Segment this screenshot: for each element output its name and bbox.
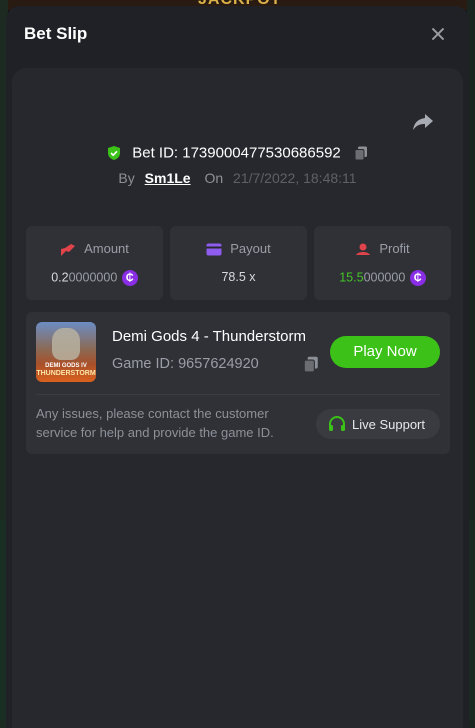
game-name[interactable]: Demi Gods 4 - Thunderstorm	[112, 328, 306, 345]
game-card-divider	[36, 394, 440, 395]
bet-date: 21/7/2022, 18:48:11	[233, 170, 357, 186]
play-now-button[interactable]: Play Now	[330, 336, 440, 368]
shield-check-icon	[108, 146, 121, 161]
payout-label: Payout	[230, 241, 271, 256]
copy-icon[interactable]	[353, 145, 369, 161]
amount-icon	[61, 243, 76, 256]
payout-value-text: 78.5 x	[221, 270, 256, 284]
profit-value-main: 15.5	[339, 270, 364, 285]
on-label: On	[204, 170, 224, 186]
close-icon[interactable]	[427, 24, 449, 46]
thumbnail-title-line1: DEMI GODS IV	[45, 363, 87, 369]
live-support-label: Live Support	[352, 417, 425, 432]
payout-card: Payout 78.5 x	[170, 226, 307, 300]
amount-value-decimals: 0000000	[68, 270, 118, 285]
coin-icon: ₵	[121, 270, 138, 286]
bet-id: Bet ID: 1739000477530686592	[132, 144, 341, 162]
profit-label-row: Profit	[314, 241, 451, 257]
bet-stats: Amount 0.20000000 ₵ Payout 78.5 x Profit…	[26, 226, 451, 300]
profit-icon	[356, 243, 371, 255]
headset-icon	[329, 416, 345, 431]
share-icon[interactable]	[411, 110, 435, 134]
profit-value-decimals: 000000	[363, 270, 406, 285]
profit-card: Profit 15.5000000 ₵	[314, 226, 451, 300]
username-link[interactable]: Sm1Le	[145, 170, 191, 186]
bet-meta-row: By Sm1Le On 21/7/2022, 18:48:11	[12, 170, 463, 186]
payout-icon	[206, 243, 222, 256]
modal-header: Bet Slip	[6, 6, 469, 64]
copy-icon[interactable]	[302, 355, 320, 373]
modal-body: Bet ID: 1739000477530686592 By Sm1Le On …	[12, 68, 463, 728]
coin-icon: ₵	[409, 270, 426, 286]
amount-label: Amount	[84, 241, 129, 256]
amount-value-main: 0.2	[51, 270, 69, 285]
live-support-button[interactable]: Live Support	[316, 409, 440, 439]
profit-value: 15.5000000 ₵	[314, 270, 451, 286]
by-label: By	[118, 170, 135, 186]
support-notice: Any issues, please contact the customer …	[36, 406, 274, 440]
thumbnail-title-line2: THUNDERSTORM	[36, 370, 96, 377]
game-card: DEMI GODS IV THUNDERSTORM Demi Gods 4 - …	[26, 312, 450, 454]
amount-value: 0.20000000 ₵	[26, 270, 163, 286]
bet-slip-modal: Bet Slip Bet ID: 1739000477530686592 By …	[6, 6, 469, 728]
game-id: Game ID: 9657624920	[112, 356, 259, 372]
game-thumbnail[interactable]: DEMI GODS IV THUNDERSTORM	[36, 322, 96, 382]
thumbnail-figure	[52, 328, 80, 360]
profit-label: Profit	[379, 241, 410, 256]
payout-label-row: Payout	[170, 241, 307, 256]
amount-label-row: Amount	[26, 241, 163, 257]
amount-card: Amount 0.20000000 ₵	[26, 226, 163, 300]
payout-value: 78.5 x	[170, 270, 307, 284]
modal-title: Bet Slip	[24, 24, 88, 43]
bet-id-row: Bet ID: 1739000477530686592	[12, 144, 463, 162]
